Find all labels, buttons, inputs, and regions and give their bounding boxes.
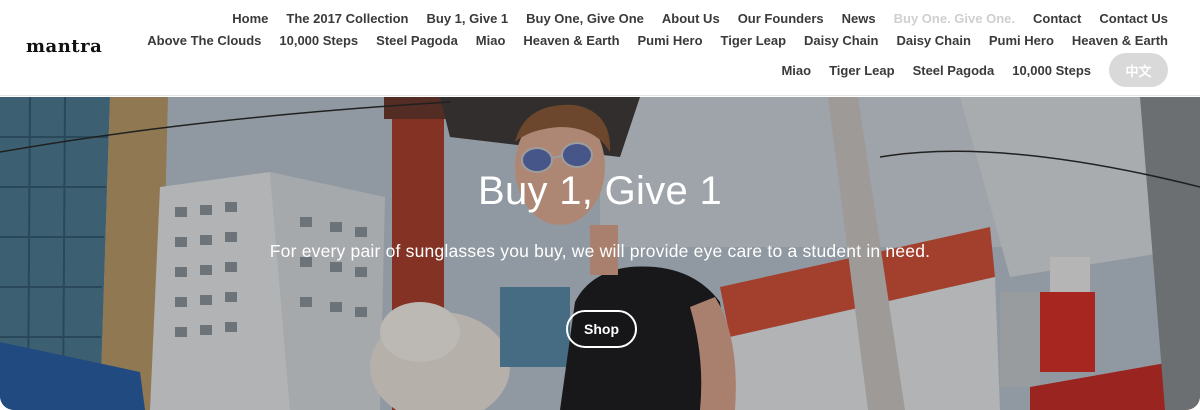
shop-button[interactable]: Shop [566,310,637,348]
nav-link-miao[interactable]: Miao [476,33,506,48]
page-frame: mantra Home The 2017 Collection Buy 1, G… [0,0,1200,410]
nav-link-above-the-clouds[interactable]: Above The Clouds [147,33,261,48]
nav-link-10000-steps[interactable]: 10,000 Steps [279,33,358,48]
nav-link-pumi-hero[interactable]: Pumi Hero [638,33,703,48]
nav-link-heaven-earth-2[interactable]: Heaven & Earth [1072,33,1168,48]
hero-banner: Buy 1, Give 1 For every pair of sunglass… [0,97,1200,410]
site-header: mantra Home The 2017 Collection Buy 1, G… [0,0,1200,96]
nav-link-home[interactable]: Home [232,11,268,26]
nav-row-2: Above The Clouds 10,000 Steps Steel Pago… [147,33,1168,48]
nav-link-steel-pagoda[interactable]: Steel Pagoda [376,33,458,48]
nav-link-steel-pagoda-2[interactable]: Steel Pagoda [913,63,995,78]
nav-link-heaven-earth[interactable]: Heaven & Earth [523,33,619,48]
nav-link-contact-us[interactable]: Contact Us [1099,11,1168,26]
site-logo[interactable]: mantra [26,36,102,57]
nav-link-tiger-leap-2[interactable]: Tiger Leap [829,63,895,78]
language-switch-button[interactable]: 中文 [1109,53,1168,87]
nav-link-contact[interactable]: Contact [1033,11,1081,26]
nav-link-our-founders[interactable]: Our Founders [738,11,824,26]
nav-link-tiger-leap[interactable]: Tiger Leap [721,33,787,48]
nav-link-daisy-chain[interactable]: Daisy Chain [804,33,878,48]
nav-link-buy-one-give-one-current[interactable]: Buy One. Give One. [894,11,1015,26]
hero-title: Buy 1, Give 1 [477,169,723,213]
nav-row-1: Home The 2017 Collection Buy 1, Give 1 B… [232,11,1168,26]
nav-link-pumi-hero-2[interactable]: Pumi Hero [989,33,1054,48]
hero-subtitle: For every pair of sunglasses you buy, we… [269,241,931,261]
nav-link-about-us[interactable]: About Us [662,11,720,26]
nav-link-daisy-chain-2[interactable]: Daisy Chain [896,33,970,48]
nav-link-miao-2[interactable]: Miao [781,63,811,78]
nav-link-2017-collection[interactable]: The 2017 Collection [286,11,408,26]
nav-link-buy-1-give-1[interactable]: Buy 1, Give 1 [426,11,508,26]
nav-link-10000-steps-2[interactable]: 10,000 Steps [1012,63,1091,78]
nav-row-3: Miao Tiger Leap Steel Pagoda 10,000 Step… [781,53,1168,87]
nav-link-buy-one-give-one[interactable]: Buy One, Give One [526,11,644,26]
nav-link-news[interactable]: News [842,11,876,26]
